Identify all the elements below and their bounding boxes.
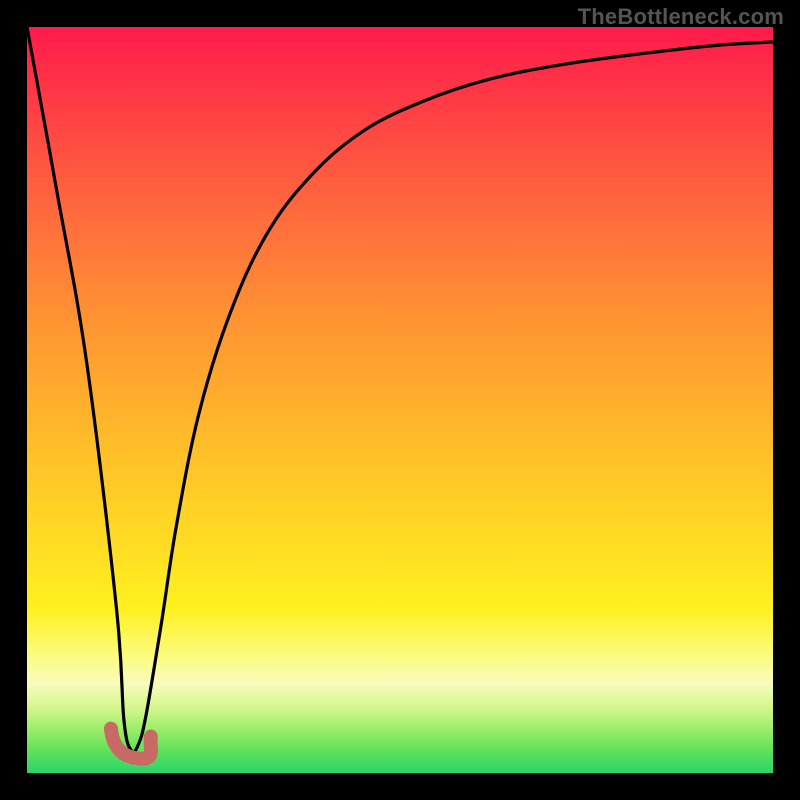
- chart-svg: [27, 27, 773, 773]
- chart-curve: [27, 27, 773, 752]
- chart-frame: TheBottleneck.com: [0, 0, 800, 800]
- chart-plot-area: [27, 27, 773, 773]
- chart-min-marker: [111, 729, 151, 759]
